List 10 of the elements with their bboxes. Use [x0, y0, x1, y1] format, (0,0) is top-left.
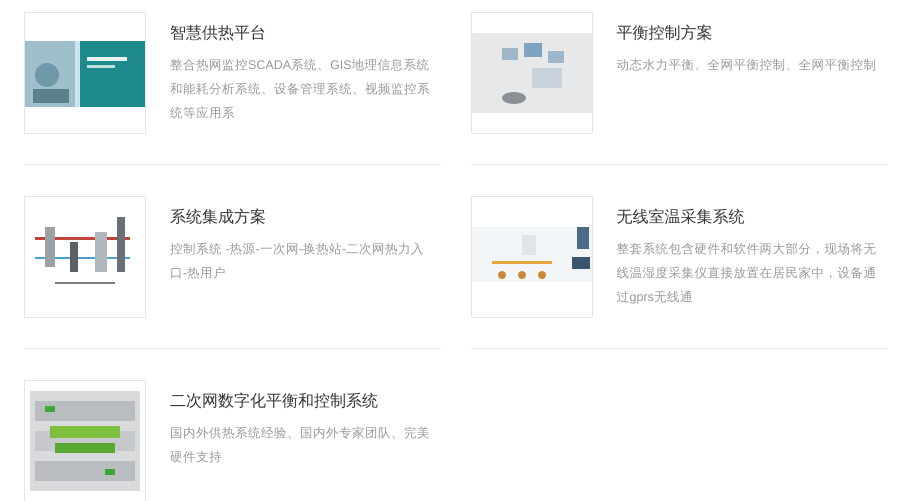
product-title[interactable]: 二次网数字化平衡和控制系统: [170, 391, 430, 413]
product-title[interactable]: 系统集成方案: [170, 207, 430, 229]
product-description: 整套系统包含硬件和软件两大部分，现场将无线温湿度采集仪直接放置在居民家中，设备通过gprs无线通: [616, 241, 876, 306]
product-description: 整合热网监控SCADA系统、GIS地理信息系统和能耗分析系统、设备管理系统、视频监控系统等应用系: [170, 57, 430, 122]
product-description: 动态水力平衡、全网平衡控制、全网平衡控制: [616, 57, 876, 74]
product-title[interactable]: 智慧供热平台: [170, 23, 430, 45]
product-title[interactable]: 平衡控制方案: [616, 23, 876, 45]
product-title[interactable]: 无线室温采集系统: [616, 207, 876, 229]
product-description: 控制系统 -热源-一次网-换热站-二次网热力入口-热用户: [170, 241, 426, 282]
product-description: 国内外供热系统经验、国内外专家团队、完美硬件支持: [170, 425, 430, 466]
